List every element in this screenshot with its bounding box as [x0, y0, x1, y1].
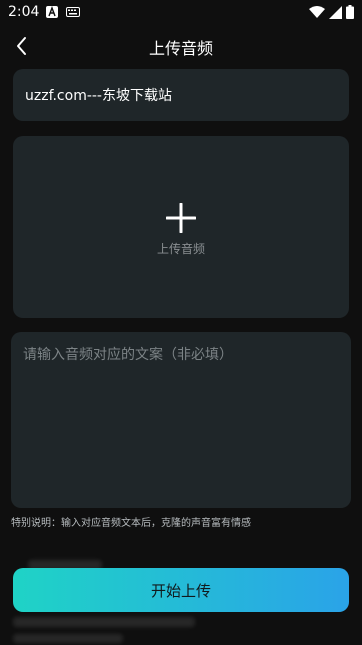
signal-icon: [329, 5, 342, 19]
blurred-content: [13, 617, 195, 627]
plus-icon: [166, 203, 196, 233]
start-upload-label: 开始上传: [150, 581, 211, 600]
status-bar: 2:04: [0, 0, 362, 26]
blurred-content: [13, 634, 123, 643]
title-input-value: uzzf.com---东坡下载站: [25, 88, 172, 104]
wifi-icon: [309, 5, 325, 18]
status-right-icons: [309, 5, 354, 19]
transcript-placeholder: 请输入音频对应的文案（非必填）: [23, 347, 233, 363]
special-note: 特别说明：输入对应音频文本后，克隆的声音富有情感: [11, 518, 251, 529]
start-upload-button[interactable]: 开始上传: [13, 568, 349, 612]
transcript-textarea[interactable]: 请输入音频对应的文案（非必填）: [11, 332, 351, 508]
a-icon: [46, 6, 58, 18]
keyboard-icon: [66, 7, 80, 17]
status-time: 2:04: [8, 4, 40, 20]
nav-bar: 上传音频: [0, 28, 362, 62]
page-title: 上传音频: [148, 39, 213, 58]
battery-icon: [346, 5, 354, 19]
title-input[interactable]: uzzf.com---东坡下载站: [13, 69, 349, 121]
upload-audio-area[interactable]: 上传音频: [13, 136, 349, 318]
upload-label: 上传音频: [156, 242, 205, 256]
